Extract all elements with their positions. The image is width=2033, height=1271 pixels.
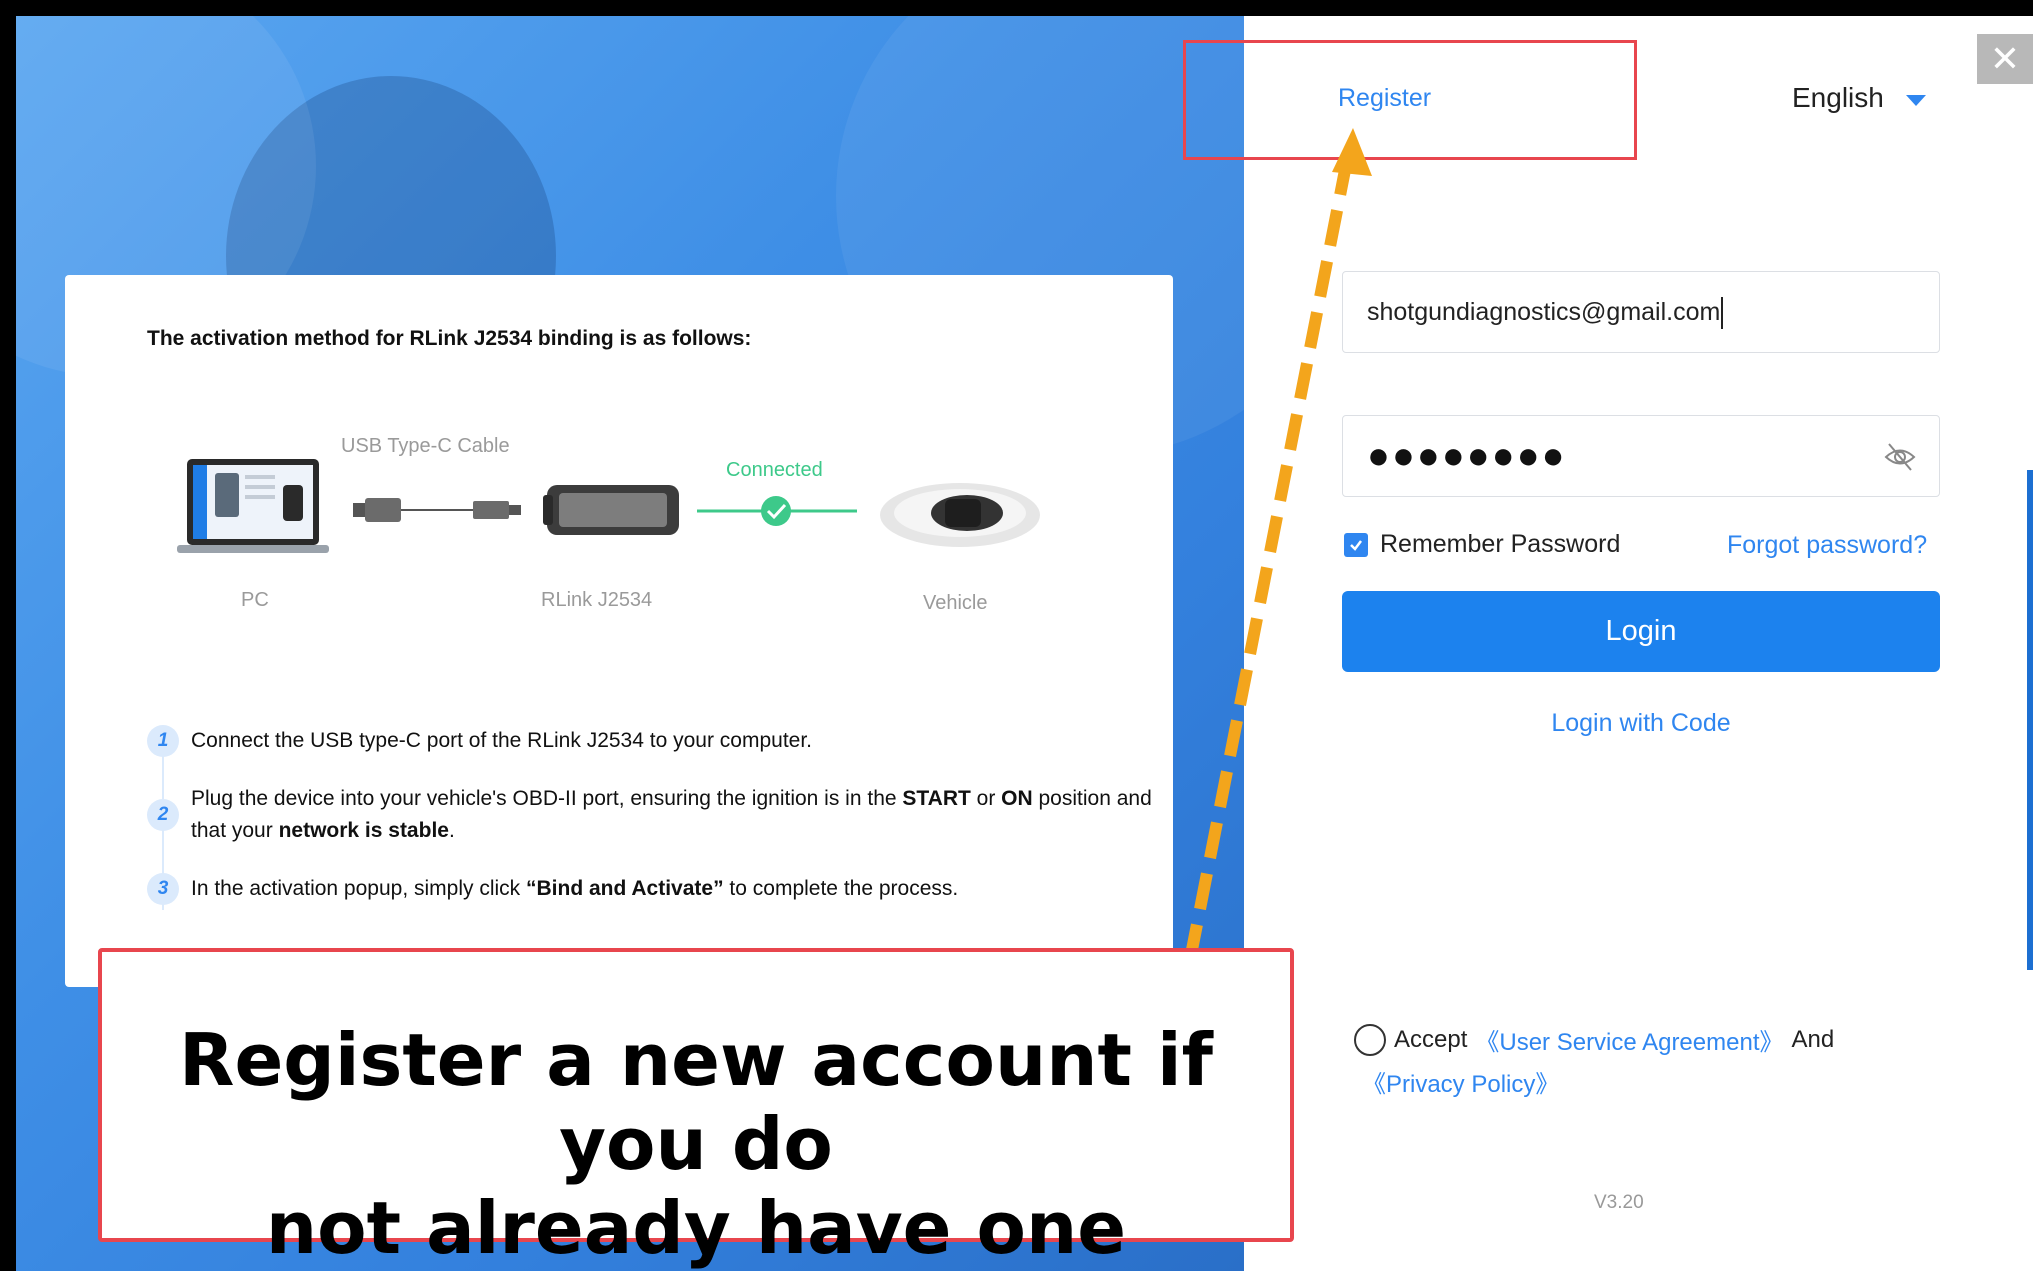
callout-line-1: Register a new account if you do <box>179 1018 1213 1186</box>
step-bold-start: START <box>902 787 971 810</box>
step-2: 2 Plug the device into your vehicle's OB… <box>147 783 1167 847</box>
login-button[interactable]: Login <box>1342 591 1940 672</box>
remember-checkbox[interactable] <box>1344 532 1368 557</box>
step-bold-on: ON <box>1001 787 1033 810</box>
text-cursor <box>1721 297 1724 330</box>
vehicle-icon <box>880 483 1040 547</box>
step-text: . <box>448 819 455 842</box>
caret-down-icon <box>1905 94 1926 106</box>
pc-laptop-icon <box>177 459 329 553</box>
vehicle-label: Vehicle <box>923 592 988 614</box>
pc-label: PC <box>241 589 269 611</box>
connected-label: Connected <box>726 459 823 481</box>
accept-label: Accept <box>1394 1025 1468 1053</box>
step-text: Plug the device into your vehicle's OBD-… <box>191 787 903 810</box>
activation-info-card: The activation method for RLink J2534 bi… <box>65 275 1173 987</box>
rlink-label: RLink J2534 <box>541 589 653 611</box>
remember-label: Remember Password <box>1380 530 1621 558</box>
and-label: And <box>1791 1025 1835 1053</box>
password-value: ●●●●●●●● <box>1367 435 1567 477</box>
login-with-code-link[interactable]: Login with Code <box>1342 709 1940 738</box>
hide-password-icon[interactable] <box>1883 440 1917 474</box>
step-1: 1 Connect the USB type-C port of the RLi… <box>147 725 1167 757</box>
step-text: Connect the USB type-C port of the RLink… <box>191 729 812 752</box>
usb-cable-label: USB Type-C Cable <box>341 435 510 457</box>
version-label: V3.20 <box>1594 1192 1644 1213</box>
remember-password[interactable]: Remember Password <box>1344 530 1620 559</box>
agreement-row: Accept 《User Service Agreement》 And <box>1354 1022 1834 1057</box>
accept-radio[interactable] <box>1354 1023 1386 1056</box>
checkmark-icon <box>1350 539 1362 551</box>
email-value: shotgundiagnostics@gmail.com <box>1367 298 1721 326</box>
user-agreement-link[interactable]: 《User Service Agreement》 <box>1475 1022 1783 1057</box>
step-bold-bind: “Bind and Activate” <box>526 877 724 900</box>
step-number-badge: 1 <box>147 725 179 757</box>
callout-box: Register a new account if you do not alr… <box>98 948 1294 1270</box>
rlink-device-icon <box>543 485 679 535</box>
step-text: or <box>970 787 1002 810</box>
password-field[interactable]: ●●●●●●●● <box>1342 415 1940 497</box>
step-3: 3 In the activation popup, simply click … <box>147 873 1167 905</box>
step-text: In the activation popup, simply click <box>191 877 526 900</box>
step-bold-network: network is stable <box>278 819 449 842</box>
usb-cable-icon <box>353 498 521 522</box>
card-heading: The activation method for RLink J2534 bi… <box>147 327 752 350</box>
step-text: to complete the process. <box>723 877 959 900</box>
steps-list: 1 Connect the USB type-C port of the RLi… <box>147 725 1167 905</box>
language-select[interactable]: English <box>1792 82 1926 114</box>
register-highlight-box <box>1183 40 1637 160</box>
privacy-policy-link[interactable]: 《Privacy Policy》 <box>1362 1064 1559 1099</box>
email-field[interactable]: shotgundiagnostics@gmail.com <box>1342 271 1940 353</box>
callout-text: Register a new account if you do not alr… <box>102 1018 1290 1270</box>
close-button[interactable]: ✕ <box>1977 34 2033 84</box>
forgot-password-link[interactable]: Forgot password? <box>1727 531 1927 560</box>
step-number-badge: 3 <box>147 873 179 905</box>
scrollbar-strip <box>2027 470 2033 970</box>
step-number-badge: 2 <box>147 799 179 831</box>
language-label: English <box>1792 82 1884 113</box>
connected-check-icon <box>697 496 857 526</box>
app-window: The activation method for RLink J2534 bi… <box>0 0 2033 1271</box>
callout-line-2: not already have one <box>265 1186 1127 1270</box>
